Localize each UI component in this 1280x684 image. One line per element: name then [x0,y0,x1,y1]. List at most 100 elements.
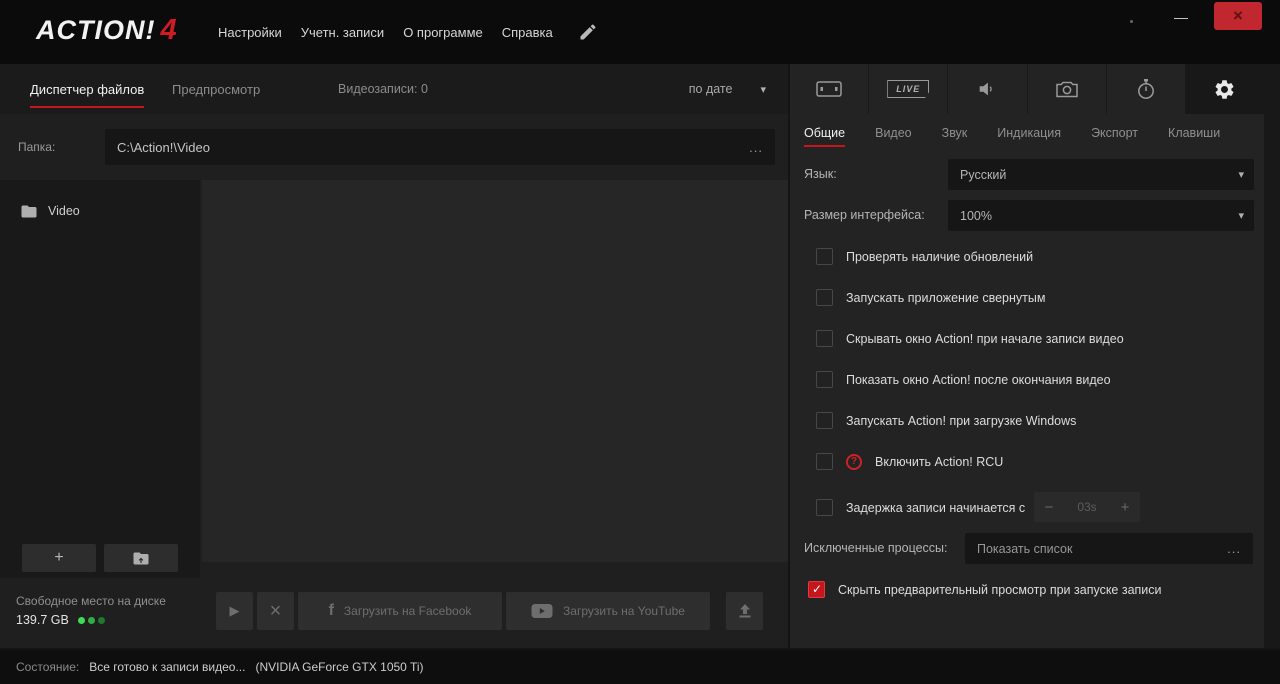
file-manager-tabbar: Диспетчер файлов Предпросмотр Видеозапис… [0,64,788,114]
tab-video[interactable]: Видео [875,114,912,152]
tab-export[interactable]: Экспорт [1091,114,1138,152]
language-value: Русский [960,167,1007,182]
delete-button[interactable]: × [257,592,294,630]
checkbox-icon[interactable] [816,499,833,516]
checkbox-label: Скрывать окно Action! при начале записи … [846,331,1124,346]
excluded-processes-field[interactable]: Показать список ... [965,533,1253,564]
tab-indication[interactable]: Индикация [997,114,1061,152]
tab-settings[interactable] [1185,64,1265,114]
disk-health-dot [77,616,85,624]
checkbox-row-hide-on-record[interactable]: Скрывать окно Action! при начале записи … [816,330,1124,347]
tab-preview[interactable]: Предпросмотр [172,64,260,114]
checkbox-row-record-delay[interactable]: Задержка записи начинается с [816,499,1025,516]
folder-path-field[interactable]: C:\Action!\Video ... [105,129,775,165]
tab-hotkeys[interactable]: Клавиши [1168,114,1220,152]
timer-icon [1137,79,1154,99]
add-folder-button[interactable]: + [22,544,96,572]
tab-sound[interactable]: Звук [942,114,968,152]
checkbox-row-show-after-record[interactable]: Показать окно Action! после окончания ви… [816,371,1111,388]
checkbox-row-start-minimized[interactable]: Запускать приложение свернутым [816,289,1045,306]
checkbox-label: Показать окно Action! после окончания ви… [846,372,1111,387]
tab-general[interactable]: Общие [804,114,846,152]
film-icon [816,81,842,97]
sort-by-dropdown[interactable]: по дате ▾ [689,64,766,114]
language-select[interactable]: Русский ▾ [948,159,1254,190]
status-gpu: (NVIDIA GeForce GTX 1050 Ti) [255,660,424,674]
file-list-area[interactable] [202,180,788,562]
tab-screenshots[interactable] [1028,64,1107,114]
checkbox-label: Задержка записи начинается с [846,500,1026,515]
excluded-processes-label: Исключенные процессы: [804,541,948,555]
disk-health-dot [87,616,95,624]
checkbox-icon[interactable] [816,412,833,429]
settings-scrollbar[interactable] [1264,64,1280,648]
export-button[interactable] [726,592,763,630]
action4-window: ACTION! 4 Настройки Учетн. записи О прог… [0,0,1280,684]
folder-path-value: C:\Action!\Video [117,139,210,155]
menu-help[interactable]: Справка [502,25,553,40]
checkbox-checked-icon[interactable] [808,581,825,598]
import-folder-button[interactable] [104,544,178,572]
menu-about[interactable]: О программе [403,25,483,40]
stepper-plus-button[interactable]: + [1110,492,1140,522]
browse-button[interactable]: ... [749,140,763,155]
speaker-icon [980,82,993,96]
checkbox-icon[interactable] [816,453,833,470]
help-icon[interactable]: ? [846,453,862,470]
menu-accounts[interactable]: Учетн. записи [301,25,384,40]
sort-by-value: по дате [688,82,733,96]
ui-size-select[interactable]: 100% ▾ [948,200,1254,231]
menu-settings[interactable]: Настройки [218,25,282,40]
recordings-count: Видеозаписи: 0 [338,82,428,96]
tab-video-capture[interactable] [790,64,870,114]
free-disk-space: Свободное место на диске 139.7 GB [16,594,166,627]
checkbox-row-updates[interactable]: Проверять наличие обновлений [816,248,1033,265]
ui-size-value: 100% [960,208,992,223]
checkbox-icon[interactable] [816,289,833,306]
youtube-icon [531,604,553,618]
tab-file-manager[interactable]: Диспетчер файлов [30,64,145,114]
checkbox-row-enable-rcu[interactable]: ? Включить Action! RCU [816,453,1003,470]
minimize-button[interactable]: — [1168,6,1194,28]
live-icon: LIVE [887,80,930,98]
checkbox-icon[interactable] [816,371,833,388]
checkbox-label: Запускать Action! при загрузке Windows [846,413,1077,428]
stepper-minus-button[interactable]: − [1034,492,1064,522]
app-logo: ACTION! 4 [36,14,177,47]
checkbox-row-run-on-startup[interactable]: Запускать Action! при загрузке Windows [816,412,1076,429]
logo-text: ACTION! [36,15,156,45]
upload-icon [739,604,750,618]
stepper-value: 03s [1077,500,1097,514]
gear-icon [1215,79,1234,99]
upload-youtube-label: Загрузить на YouTube [563,604,685,618]
pen-icon[interactable] [578,22,598,47]
checkbox-icon[interactable] [816,248,833,265]
checkbox-icon[interactable] [816,330,833,347]
checkbox-label: Запускать приложение свернутым [846,290,1046,305]
excluded-browse-button[interactable]: ... [1227,541,1241,556]
chevron-down-icon: ▾ [760,83,766,96]
language-label: Язык: [804,167,837,181]
tab-live-streaming[interactable]: LIVE [869,64,949,114]
facebook-icon: f [328,602,334,619]
settings-panel: LIVE Общие Видео Звук Индикация Экспорт … [790,64,1265,648]
status-message: Все готово к записи видео... [89,660,246,674]
folder-icon [21,205,37,217]
play-button[interactable]: ▶ [216,592,253,630]
upload-facebook-button[interactable]: f Загрузить на Facebook [298,592,502,630]
excluded-processes-value: Показать список [977,541,1073,556]
checkbox-row-hide-preview[interactable]: Скрыть предварительный просмотр при запу… [808,581,1162,598]
sidebar-item-video[interactable]: Video [0,196,200,226]
mode-iconbar: LIVE [790,64,1265,114]
tab-benchmark[interactable] [1107,64,1186,114]
free-space-label: Свободное место на диске [16,594,166,608]
status-label: Состояние: [16,660,80,674]
tab-audio[interactable] [948,64,1028,114]
upload-youtube-button[interactable]: Загрузить на YouTube [506,592,710,630]
chevron-down-icon: ▾ [1238,169,1244,181]
checkbox-label: Проверять наличие обновлений [846,249,1034,264]
ui-size-label: Размер интерфейса: [804,208,925,222]
close-button[interactable]: × [1214,2,1262,30]
chevron-down-icon: ▾ [1238,210,1244,222]
settings-tabbar: Общие Видео Звук Индикация Экспорт Клави… [804,114,1220,152]
